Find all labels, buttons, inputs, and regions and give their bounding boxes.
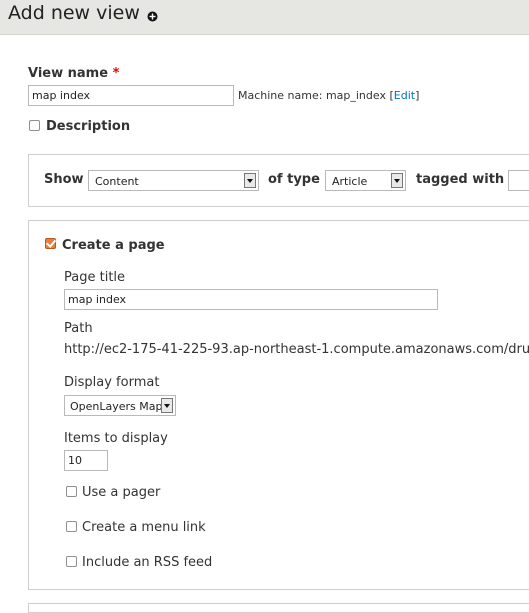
use-pager-label: Use a pager [82, 485, 161, 500]
page-header: Add new view [0, 0, 529, 35]
description-label: Description [46, 119, 131, 134]
view-name-label: View name * [28, 66, 120, 81]
use-pager-checkbox[interactable] [66, 486, 77, 497]
machine-name-edit-link[interactable]: Edit [394, 89, 415, 102]
items-to-display-label: Items to display [64, 431, 168, 446]
description-checkbox[interactable] [29, 120, 40, 131]
display-format-label: Display format [64, 375, 160, 390]
type-select[interactable]: Article [325, 170, 406, 191]
of-type-label: of type [268, 172, 320, 187]
create-page-checkbox[interactable] [45, 238, 56, 249]
show-select[interactable]: Content [88, 170, 259, 191]
create-menu-link-checkbox[interactable] [66, 521, 77, 532]
display-format-select[interactable]: OpenLayers Map [64, 395, 176, 416]
items-to-display-input[interactable] [64, 450, 108, 471]
page-title-input[interactable] [64, 289, 438, 310]
path-label: Path [64, 321, 93, 336]
chevron-down-icon [161, 398, 173, 413]
required-mark: * [112, 66, 120, 81]
view-name-input[interactable] [28, 85, 234, 106]
add-circle-icon[interactable] [147, 11, 158, 22]
page-title-label: Page title [64, 270, 126, 285]
create-menu-link-label: Create a menu link [82, 520, 206, 535]
create-page-label: Create a page [62, 238, 165, 253]
chevron-down-icon [244, 173, 256, 188]
chevron-down-icon [391, 173, 403, 188]
include-rss-checkbox[interactable] [66, 556, 77, 567]
show-label: Show [44, 172, 84, 187]
machine-name: Machine name: map_index [Edit] [238, 89, 420, 102]
tagged-with-label: tagged with [416, 172, 505, 187]
path-value: http://ec2-175-41-225-93.ap-northeast-1.… [64, 342, 529, 357]
tagged-with-input[interactable] [508, 170, 529, 191]
page-title: Add new view [8, 2, 140, 24]
include-rss-label: Include an RSS feed [82, 555, 213, 570]
